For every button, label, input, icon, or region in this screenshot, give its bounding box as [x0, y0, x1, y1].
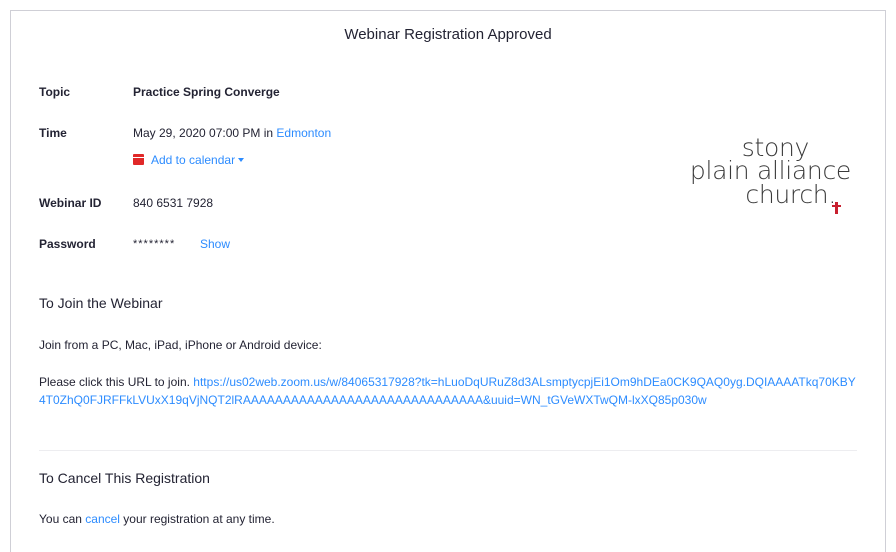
webinar-id-label: Webinar ID — [39, 196, 102, 210]
add-to-calendar-button[interactable]: Add to calendar — [133, 152, 245, 168]
logo-line-3: church. — [745, 180, 836, 209]
cancel-registration-link[interactable]: cancel — [85, 512, 120, 526]
time-zone-link[interactable]: Edmonton — [276, 126, 331, 140]
topic-label: Topic — [39, 85, 71, 99]
page-title: Webinar Registration Approved — [344, 26, 552, 43]
add-to-calendar-label: Add to calendar — [151, 153, 236, 167]
cross-icon — [832, 202, 841, 214]
join-url-paragraph: Please click this URL to join. https://u… — [39, 373, 859, 409]
church-logo: stony plain alliance church. — [651, 131, 851, 231]
join-url-prefix: Please click this URL to join. — [39, 375, 194, 389]
cancel-text-after: your registration at any time. — [119, 512, 275, 526]
time-value: May 29, 2020 07:00 PM in Edmonton — [133, 125, 331, 141]
show-password-link[interactable]: Show — [200, 236, 230, 252]
calendar-icon — [133, 154, 144, 165]
join-devices-text: Join from a PC, Mac, iPad, iPhone or And… — [39, 338, 322, 352]
caret-down-icon — [238, 158, 245, 162]
cancel-section-title: To Cancel This Registration — [39, 470, 210, 486]
cancel-text-before: You can — [39, 512, 86, 526]
join-section-title: To Join the Webinar — [39, 295, 163, 311]
cancel-text: You can cancel your registration at any … — [39, 510, 859, 528]
webinar-id-value: 840 6531 7928 — [133, 196, 214, 210]
time-text: May 29, 2020 07:00 PM in — [133, 126, 277, 140]
password-value: ******** — [133, 238, 176, 250]
time-label: Time — [39, 126, 67, 140]
registration-card: Webinar Registration Approved Topic Prac… — [10, 10, 886, 552]
section-divider — [39, 450, 857, 451]
topic-value: Practice Spring Converge — [133, 85, 280, 99]
password-label: Password — [39, 237, 96, 251]
